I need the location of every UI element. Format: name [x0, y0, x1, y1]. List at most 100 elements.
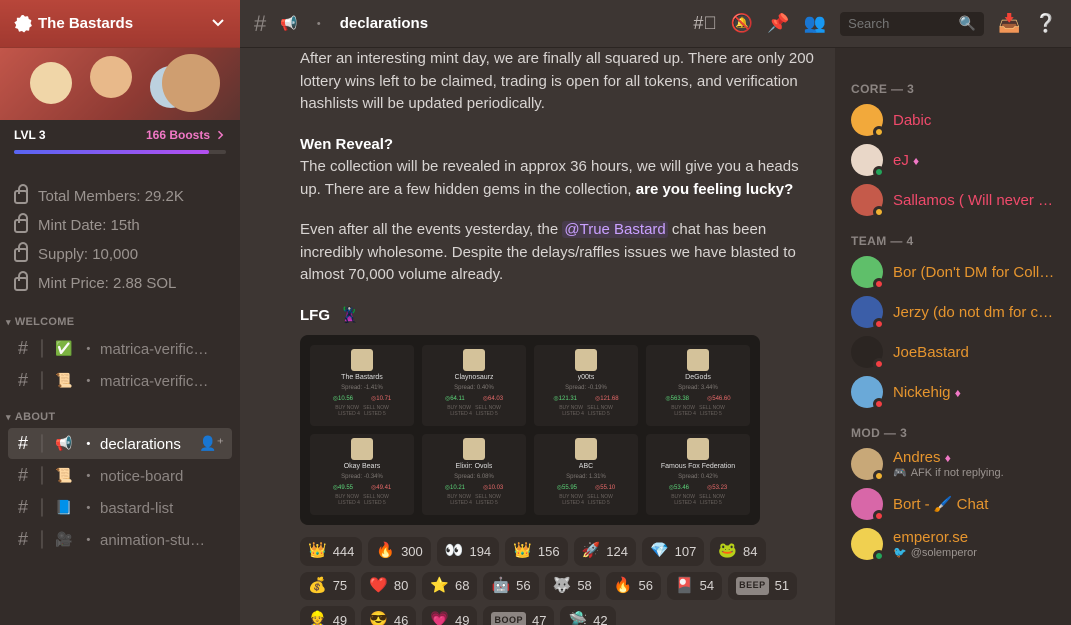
reaction-emoji-icon: 🐸 [718, 540, 737, 563]
reaction[interactable]: 💎107 [642, 537, 704, 566]
member-row[interactable]: emperor.se 🐦@solemperor [843, 524, 1063, 564]
reaction-emoji-icon: ⭐ [430, 575, 449, 598]
hash-icon: # [16, 529, 30, 550]
avatar [851, 296, 883, 328]
member-row[interactable]: Dabic [843, 100, 1063, 140]
member-name: Nickehig ♦ [893, 384, 1055, 401]
avatar [851, 376, 883, 408]
reaction-emoji-icon: 💗 [430, 609, 449, 625]
stat-line: Mint Date: 15th [14, 217, 226, 234]
user-mention[interactable]: @True Bastard [562, 221, 667, 238]
reaction[interactable]: ❤️80 [361, 572, 416, 601]
notifications-icon[interactable]: 🔕 [731, 13, 753, 34]
member-name: eJ ♦ [893, 152, 1055, 169]
hash-icon: # [16, 338, 30, 359]
hash-icon: # [16, 433, 30, 454]
member-row[interactable]: Bor (Don't DM for Collabs) [843, 252, 1063, 292]
reaction-emoji-icon: 😎 [369, 609, 388, 625]
channel-title: declarations [340, 15, 428, 32]
channel-matricaverific[interactable]: #│✅・ matrica-verific… [8, 333, 232, 364]
server-header[interactable]: The Bastards [0, 0, 240, 48]
reaction[interactable]: BOOP47 [483, 606, 554, 625]
avatar [851, 184, 883, 216]
reaction[interactable]: ⭐68 [422, 572, 477, 601]
channel-bastardlist[interactable]: #│📘・ bastard-list [8, 492, 232, 523]
channel-noticeboard[interactable]: #│📜・ notice-board [8, 460, 232, 491]
reaction-emoji-icon: 🔥 [376, 540, 395, 563]
lock-icon [14, 219, 28, 233]
section-welcome[interactable]: ▾ WELCOME [0, 302, 240, 332]
member-status-text: 🎮AFK if not replying. [893, 466, 1055, 479]
boost-count[interactable]: 166 Boosts [146, 128, 226, 142]
reaction-emoji-icon: 💰 [308, 575, 327, 598]
reaction[interactable]: 👑156 [505, 537, 567, 566]
reaction[interactable]: 🔥300 [368, 537, 430, 566]
member-name: Dabic [893, 112, 1055, 129]
member-row[interactable]: Sallamos ( Will never DM ) [843, 180, 1063, 220]
member-row[interactable]: Jerzy (do not dm for collabs) [843, 292, 1063, 332]
reaction[interactable]: 💰75 [300, 572, 355, 601]
channel-emoji-icon: 📘 [55, 499, 72, 516]
boost-level: LVL 3 [14, 128, 46, 142]
channel-emoji-icon: 📜 [55, 467, 72, 484]
pinned-icon[interactable]: 📌 [767, 13, 789, 34]
reaction-emoji-icon: 👑 [308, 540, 327, 563]
avatar [851, 256, 883, 288]
reaction[interactable]: 😎46 [361, 606, 416, 625]
server-icon [14, 15, 32, 33]
reaction[interactable]: 🐸84 [710, 537, 765, 566]
chevron-down-icon [210, 14, 226, 34]
status-dnd-icon [873, 510, 885, 522]
member-name: Bor (Don't DM for Collabs) [893, 264, 1055, 281]
inbox-icon[interactable]: 📥 [998, 13, 1020, 34]
channel-emoji-icon: 📢 [55, 435, 72, 452]
section-about[interactable]: ▾ ABOUT [0, 397, 240, 427]
reaction[interactable]: BEEP51 [728, 572, 797, 601]
member-row[interactable]: JoeBastard [843, 332, 1063, 372]
channel-topbar: # 📢 ・ declarations #⃣ 🔕 📌 👥 🔍 📥 ❔ [240, 0, 1071, 48]
member-row[interactable]: Bort - 🖌️ Chat [843, 484, 1063, 524]
reaction[interactable]: 👑444 [300, 537, 362, 566]
message-text: After an interesting mint day, we are fi… [300, 48, 815, 116]
reaction[interactable]: 🛸42 [560, 606, 615, 625]
embed-image[interactable]: The BastardsSpread: -1.41%◎10.56◎10.71BU… [300, 335, 760, 525]
member-row[interactable]: Andres ♦🎮AFK if not replying. [843, 444, 1063, 484]
emoji-icon: 🦹 [340, 305, 359, 328]
activity-icon: 🐦 [893, 546, 907, 559]
member-row[interactable]: Nickehig ♦ [843, 372, 1063, 412]
reaction[interactable]: 👷49 [300, 606, 355, 625]
reaction[interactable]: 🔥56 [606, 572, 661, 601]
member-row[interactable]: eJ ♦ [843, 140, 1063, 180]
stat-line: Supply: 10,000 [14, 246, 226, 263]
role-header-mod: MOD — 3 [843, 422, 1063, 444]
boost-progress [14, 150, 226, 154]
create-invite-icon[interactable]: 👤⁺ [199, 435, 224, 452]
search-input[interactable] [848, 16, 959, 31]
channel-animationstu[interactable]: #│🎥・ animation-stu… [8, 524, 232, 555]
reaction[interactable]: 🤖56 [483, 572, 538, 601]
reaction[interactable]: 🚀124 [574, 537, 636, 566]
chevron-down-icon: ▾ [6, 412, 11, 423]
lock-icon [14, 190, 28, 204]
hash-icon: # [16, 370, 30, 391]
channel-declarations[interactable]: #│📢・ declarations👤⁺ [8, 428, 232, 459]
main-panel: # 📢 ・ declarations #⃣ 🔕 📌 👥 🔍 📥 ❔ After … [240, 0, 1071, 625]
reaction[interactable]: 👀194 [437, 537, 499, 566]
reaction[interactable]: 💗49 [422, 606, 477, 625]
channel-matricaverific[interactable]: #│📜・ matrica-verific… [8, 365, 232, 396]
threads-icon[interactable]: #⃣ [693, 13, 717, 34]
reaction[interactable]: 🐺58 [545, 572, 600, 601]
hash-icon: # [254, 11, 266, 37]
stat-line: Total Members: 29.2K [14, 188, 226, 205]
search-box[interactable]: 🔍 [840, 12, 984, 36]
hash-icon: # [16, 465, 30, 486]
role-header-team: TEAM — 4 [843, 230, 1063, 252]
search-icon: 🔍 [959, 15, 976, 32]
members-icon[interactable]: 👥 [804, 13, 826, 34]
help-icon[interactable]: ❔ [1035, 13, 1057, 34]
avatar [851, 488, 883, 520]
role-header-core: CORE — 3 [843, 78, 1063, 100]
channel-emoji: 📢 [280, 15, 297, 32]
reaction-emoji-icon: 🛸 [568, 609, 587, 625]
reaction[interactable]: 🎴54 [667, 572, 722, 601]
